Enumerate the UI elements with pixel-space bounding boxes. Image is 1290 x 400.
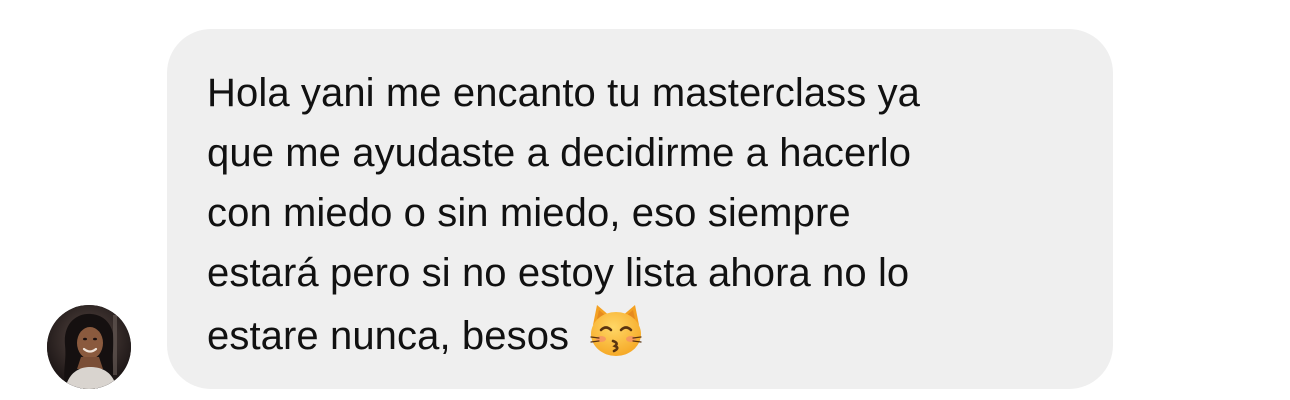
sender-avatar[interactable] (47, 305, 131, 389)
message-line: con miedo o sin miedo, eso siempre (207, 191, 851, 235)
chat-thread: Hola yani me encanto tu masterclass ya q… (0, 0, 1290, 400)
message-bubble[interactable]: Hola yani me encanto tu masterclass ya q… (167, 29, 1113, 389)
message-text: estare nunca, besos (207, 314, 570, 358)
message-line: Hola yani me encanto tu masterclass ya (207, 71, 921, 115)
message-line-last: estare nunca, besos (207, 303, 1073, 366)
avatar-photo-icon (47, 305, 131, 389)
kissing-cat-emoji-icon (587, 303, 645, 359)
message-line: que me ayudaste a decidirme a hacerlo (207, 131, 912, 175)
message-line: estará pero si no estoy lista ahora no l… (207, 251, 910, 295)
